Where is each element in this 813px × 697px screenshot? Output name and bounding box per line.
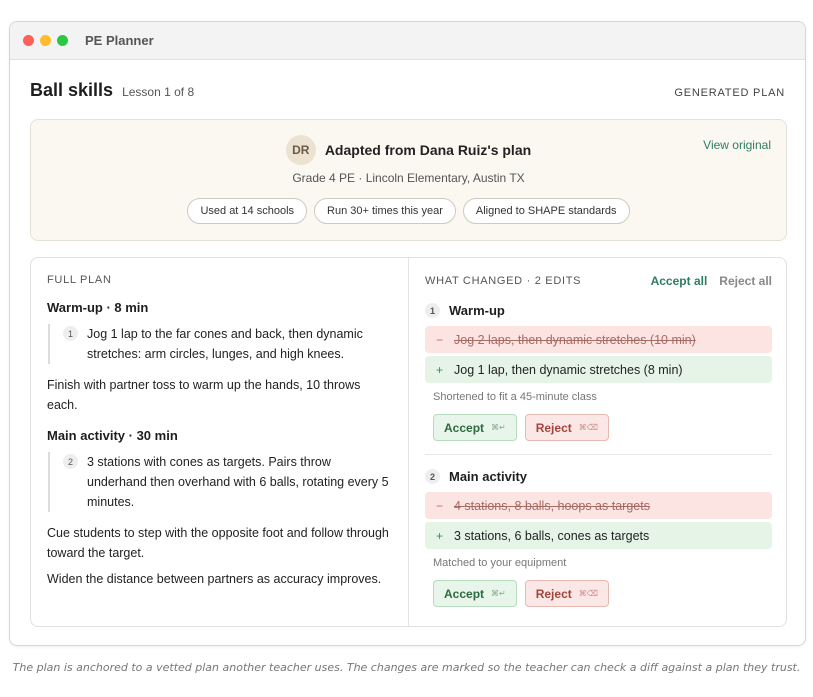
reject-all-button[interactable]: Reject all: [719, 274, 772, 288]
minus-icon: −: [436, 498, 444, 513]
accept-all-button[interactable]: Accept all: [651, 274, 708, 288]
accept-button[interactable]: Accept ⌘↵: [433, 580, 517, 607]
added-line: + Jog 1 lap, then dynamic stretches (8 m…: [425, 356, 772, 383]
stat-pill: Run 30+ times this year: [314, 198, 456, 224]
added-text: 3 stations, 6 balls, cones as targets: [454, 528, 650, 543]
removed-text: Jog 2 laps, then dynamic stretches (10 m…: [454, 332, 696, 347]
source-plan-card: DR Adapted from Dana Ruiz's plan View or…: [30, 119, 787, 241]
lesson-header: Ball skills Lesson 1 of 8 GENERATED PLAN: [30, 80, 785, 104]
edit-number: 1: [425, 303, 440, 318]
added-text: Jog 1 lap, then dynamic stretches (8 min…: [454, 362, 683, 377]
source-stats: Used at 14 schools Run 30+ times this ye…: [31, 198, 786, 224]
app-window: PE Planner Ball skills Lesson 1 of 8 GEN…: [9, 21, 806, 646]
close-window-button[interactable]: [23, 35, 34, 46]
accept-label: Accept: [444, 586, 485, 601]
stat-pill: Used at 14 schools: [187, 198, 308, 224]
step-text: Jog 1 lap to the far cones and back, the…: [87, 327, 363, 361]
changes-panel: WHAT CHANGED · 2 EDITS Accept all Reject…: [409, 258, 788, 626]
section-heading: Main activity · 30 min: [47, 428, 178, 443]
app-title: PE Planner: [85, 33, 154, 48]
plan-paragraph: Widen the distance between partners as a…: [47, 572, 382, 586]
figure-caption: The plan is anchored to a vetted plan an…: [12, 661, 801, 674]
accept-shortcut: ⌘↵: [491, 423, 506, 432]
plan-paragraph: Finish with partner toss to warm up the …: [47, 378, 361, 412]
generated-plan-label: GENERATED PLAN: [674, 87, 785, 99]
removed-line: − 4 stations, 8 balls, hoops as targets: [425, 492, 772, 519]
source-title: Adapted from Dana Ruiz's plan: [324, 142, 532, 158]
added-line: + 3 stations, 6 balls, cones as targets: [425, 522, 772, 549]
edit-title: Main activity: [449, 469, 528, 484]
edit-title: Warm-up: [449, 303, 505, 318]
full-plan-panel: FULL PLAN Warm-up · 8 min 1 Jog 1 lap to…: [31, 258, 409, 626]
plan-step: 1 Jog 1 lap to the far cones and back, t…: [48, 324, 392, 364]
plan-paragraph: Cue students to step with the opposite f…: [47, 526, 389, 560]
removed-text: 4 stations, 8 balls, hoops as targets: [454, 498, 650, 513]
view-original-link[interactable]: View original: [703, 138, 771, 152]
reject-button[interactable]: Reject ⌘⌫: [524, 580, 610, 607]
edit-reason: Matched to your equipment: [433, 557, 567, 569]
accept-button[interactable]: Accept ⌘↵: [433, 414, 517, 441]
changes-label: WHAT CHANGED · 2 EDITS: [425, 275, 582, 287]
reject-button[interactable]: Reject ⌘⌫: [524, 414, 610, 441]
minus-icon: −: [436, 332, 444, 347]
accept-label: Accept: [444, 420, 485, 435]
edit-heading: 2 Main activity: [425, 469, 772, 484]
edit-heading: 1 Warm-up: [425, 303, 772, 318]
plan-step: 2 3 stations with cones as targets. Pair…: [48, 452, 392, 512]
step-number: 2: [63, 454, 78, 469]
edit-divider: [425, 454, 772, 455]
section-heading: Warm-up · 8 min: [47, 300, 149, 315]
minimize-window-button[interactable]: [40, 35, 51, 46]
zoom-window-button[interactable]: [57, 35, 68, 46]
stat-pill: Aligned to SHAPE standards: [462, 198, 630, 224]
title-bar: PE Planner: [10, 22, 805, 60]
full-plan-label: FULL PLAN: [47, 274, 112, 286]
plus-icon: +: [436, 362, 444, 377]
plus-icon: +: [436, 528, 444, 543]
reject-label: Reject: [535, 420, 572, 435]
removed-line: − Jog 2 laps, then dynamic stretches (10…: [425, 326, 772, 353]
reject-shortcut: ⌘⌫: [578, 423, 599, 432]
lesson-title: Ball skills: [30, 80, 114, 100]
reject-label: Reject: [535, 586, 572, 601]
accept-shortcut: ⌘↵: [491, 589, 506, 598]
edit-reason: Shortened to fit a 45-minute class: [433, 391, 597, 403]
plan-comparison-card: FULL PLAN Warm-up · 8 min 1 Jog 1 lap to…: [30, 257, 787, 627]
reject-shortcut: ⌘⌫: [578, 589, 599, 598]
avatar: DR: [285, 135, 316, 165]
step-text: 3 stations with cones as targets. Pairs …: [87, 455, 389, 509]
edit-number: 2: [425, 469, 440, 484]
source-meta: Grade 4 PE · Lincoln Elementary, Austin …: [292, 171, 525, 185]
step-number: 1: [63, 326, 78, 341]
lesson-subtitle: Lesson 1 of 8: [122, 85, 195, 99]
